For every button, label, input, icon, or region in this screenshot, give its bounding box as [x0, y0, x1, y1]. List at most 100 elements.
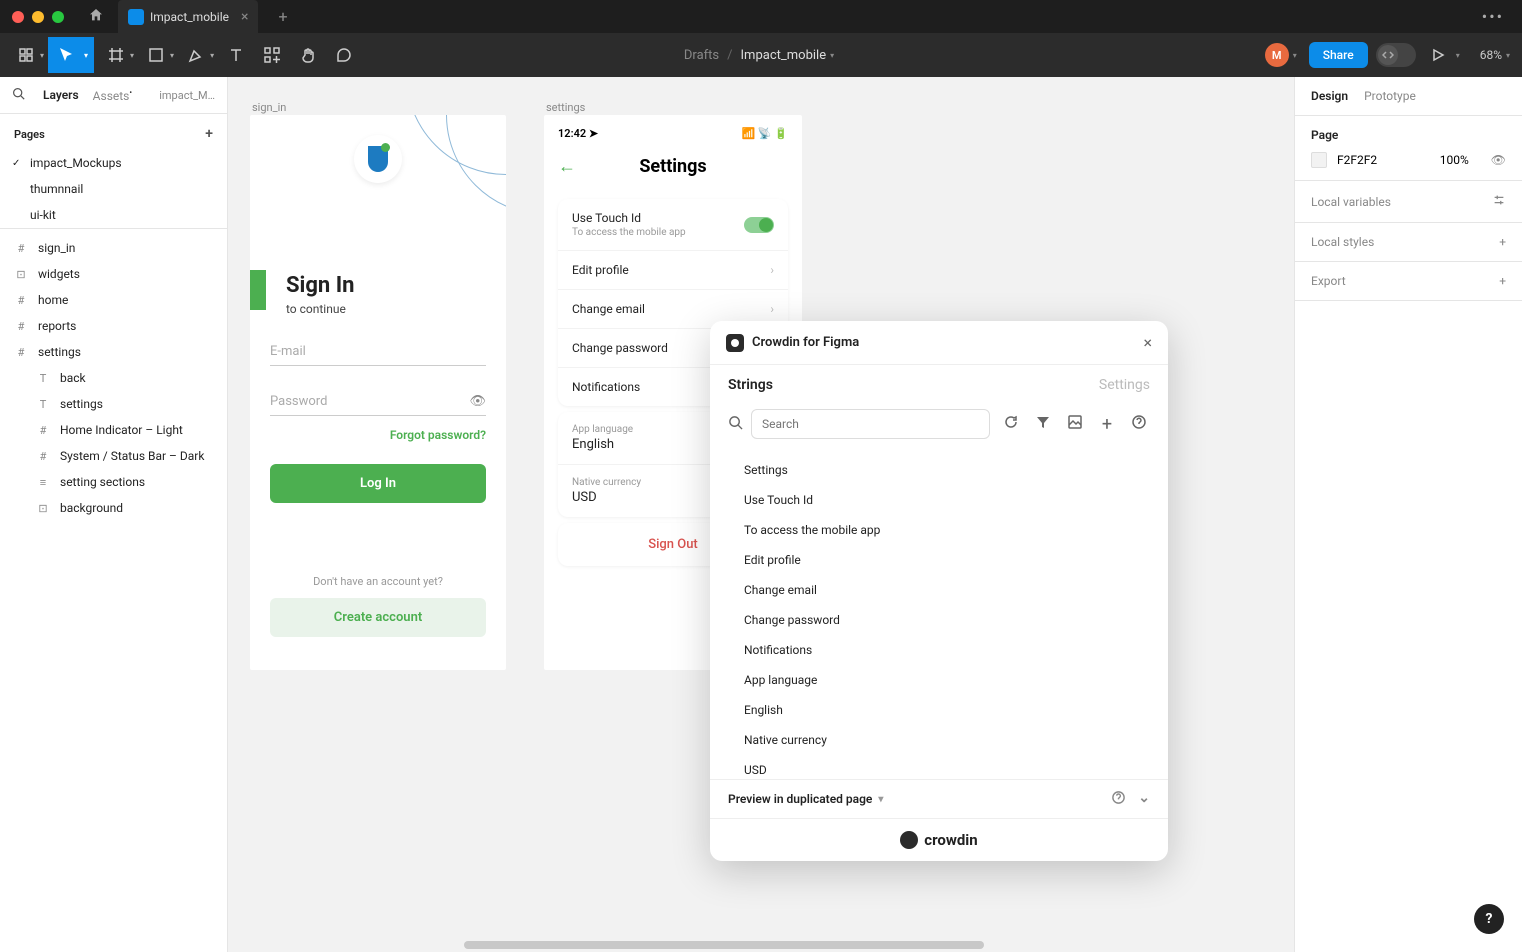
scrollbar-thumb[interactable] [464, 941, 984, 949]
add-icon[interactable]: + [1499, 274, 1506, 288]
crowdin-plugin-panel: Crowdin for Figma × Strings Settings + S… [710, 321, 1168, 861]
refresh-icon[interactable] [1000, 414, 1022, 434]
close-tab-icon[interactable]: × [241, 9, 248, 25]
string-item[interactable]: Change password [710, 605, 1168, 635]
horizontal-scrollbar[interactable] [460, 941, 1294, 949]
eye-icon: 👁 [469, 394, 486, 409]
layer-item[interactable]: #home [0, 287, 227, 313]
string-item[interactable]: Edit profile [710, 545, 1168, 575]
chevron-down-icon[interactable]: ▾ [1293, 51, 1297, 60]
page-crumb[interactable]: impact_M… [159, 89, 215, 102]
file-tab[interactable]: Impact_mobile × [118, 0, 258, 33]
search-input[interactable] [751, 409, 990, 439]
string-item[interactable]: Settings [710, 455, 1168, 485]
string-item[interactable]: Notifications [710, 635, 1168, 665]
search-icon[interactable] [12, 87, 25, 103]
present-button[interactable] [1424, 37, 1452, 73]
local-styles-label: Local styles [1311, 235, 1374, 249]
color-hex[interactable]: F2F2F2 [1337, 153, 1377, 167]
layer-item[interactable]: #sign_in [0, 235, 227, 261]
layer-item[interactable]: ≡setting sections [0, 469, 227, 495]
visibility-icon[interactable]: 👁 [1491, 153, 1506, 167]
page-item[interactable]: ui-kit [0, 202, 227, 228]
close-icon[interactable]: × [1143, 333, 1152, 352]
email-field: E-mail [270, 344, 486, 366]
layer-item[interactable]: Tsettings [0, 391, 227, 417]
tab-design[interactable]: Design [1311, 89, 1348, 103]
background-color-row[interactable]: F2F2F2 100% 👁 [1311, 152, 1506, 168]
chevron-down-icon[interactable]: ▾ [1456, 51, 1460, 60]
local-styles-section: Local styles + [1295, 223, 1522, 262]
color-swatch[interactable] [1311, 152, 1327, 168]
share-button[interactable]: Share [1309, 42, 1368, 68]
breadcrumb-parent[interactable]: Drafts [684, 48, 719, 63]
zoom-level[interactable]: 68% [1480, 48, 1502, 62]
text-tool-button[interactable] [218, 37, 254, 73]
help-icon[interactable] [1128, 414, 1150, 434]
resources-tool-button[interactable] [254, 37, 290, 73]
layer-item[interactable]: #settings [0, 339, 227, 365]
plugin-header[interactable]: Crowdin for Figma × [710, 321, 1168, 365]
layer-item[interactable]: #System / Status Bar – Dark [0, 443, 227, 469]
add-icon[interactable]: + [1096, 414, 1118, 435]
tab-strings[interactable]: Strings [728, 377, 773, 393]
shape-tool-button[interactable] [138, 37, 174, 73]
move-tool-button[interactable] [48, 37, 84, 73]
add-icon[interactable]: + [1499, 235, 1506, 249]
breadcrumb[interactable]: Drafts / Impact_mobile ▾ [684, 48, 838, 63]
layer-item[interactable]: ⊡background [0, 495, 227, 521]
search-icon[interactable] [728, 415, 743, 434]
string-item[interactable]: To access the mobile app [710, 515, 1168, 545]
main-menu-button[interactable] [8, 37, 44, 73]
user-avatar[interactable]: M [1265, 43, 1289, 67]
breadcrumb-current[interactable]: Impact_mobile [741, 48, 827, 63]
tab-layers[interactable]: Layers [43, 88, 79, 102]
maximize-window-button[interactable] [52, 11, 64, 23]
tab-assets[interactable]: Assets• [93, 88, 132, 103]
string-item[interactable]: Change email [710, 575, 1168, 605]
sign-in-frame[interactable]: Sign In to continue E-mail Password👁 For… [250, 115, 506, 670]
color-opacity[interactable]: 100% [1440, 153, 1469, 167]
chevron-down-icon[interactable]: ▾ [830, 51, 834, 60]
dev-mode-toggle[interactable] [1376, 43, 1416, 67]
back-arrow-icon: ← [558, 156, 576, 177]
preview-mode-selector[interactable]: Preview in duplicated page [728, 792, 872, 806]
filter-icon[interactable] [1032, 414, 1054, 434]
add-page-button[interactable]: + [205, 126, 213, 142]
chevron-down-icon[interactable]: ▾ [878, 794, 883, 805]
chevron-down-icon[interactable]: ▾ [84, 37, 94, 73]
string-item[interactable]: App language [710, 665, 1168, 695]
frame-label[interactable]: sign_in [252, 101, 286, 114]
home-icon[interactable] [88, 7, 104, 27]
layer-item[interactable]: #Home Indicator – Light [0, 417, 227, 443]
accent-bar [250, 270, 266, 310]
tab-prototype[interactable]: Prototype [1364, 89, 1416, 103]
page-item[interactable]: ✓impact_Mockups [0, 150, 227, 176]
string-item[interactable]: Use Touch Id [710, 485, 1168, 515]
layer-item[interactable]: Tback [0, 365, 227, 391]
new-tab-button[interactable]: + [278, 7, 287, 26]
image-icon[interactable] [1064, 414, 1086, 434]
tab-settings[interactable]: Settings [1099, 377, 1150, 393]
app-menu-icon[interactable]: ••• [1482, 7, 1504, 26]
hand-tool-button[interactable] [290, 37, 326, 73]
plugin-brand[interactable]: crowdin [710, 818, 1168, 861]
close-window-button[interactable] [12, 11, 24, 23]
comment-tool-button[interactable] [326, 37, 362, 73]
frame-label[interactable]: settings [546, 101, 585, 114]
string-item[interactable]: English [710, 695, 1168, 725]
settings-icon[interactable] [1492, 193, 1506, 210]
pen-tool-button[interactable] [178, 37, 214, 73]
help-fab-button[interactable]: ? [1474, 904, 1504, 934]
string-item[interactable]: USD [710, 755, 1168, 779]
chevron-down-icon[interactable]: ⌄ [1138, 790, 1150, 808]
layer-item[interactable]: ⊡widgets [0, 261, 227, 287]
minimize-window-button[interactable] [32, 11, 44, 23]
page-item[interactable]: thumnnail [0, 176, 227, 202]
layer-item[interactable]: #reports [0, 313, 227, 339]
plugin-toolbar: + [710, 405, 1168, 449]
frame-tool-button[interactable] [98, 37, 134, 73]
string-item[interactable]: Native currency [710, 725, 1168, 755]
chevron-down-icon[interactable]: ▾ [1506, 51, 1510, 60]
help-icon[interactable] [1111, 790, 1126, 808]
